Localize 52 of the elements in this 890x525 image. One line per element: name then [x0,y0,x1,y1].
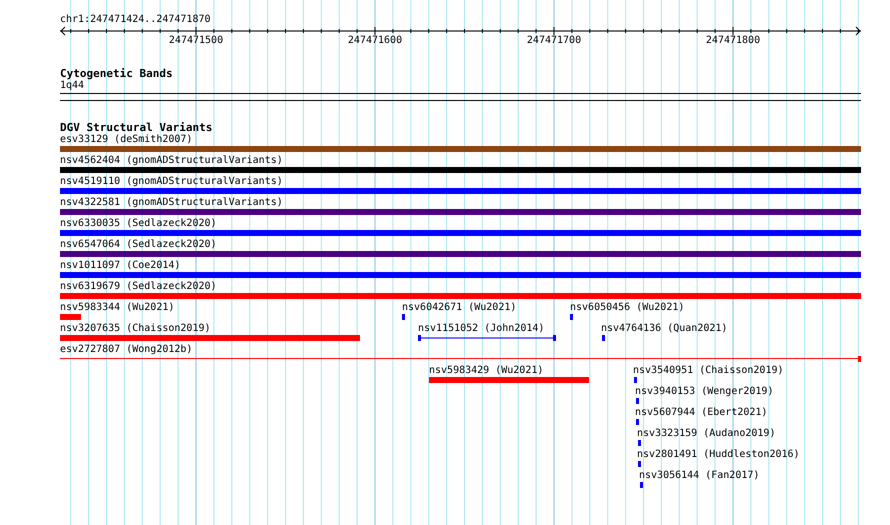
feature-bar[interactable] [60,230,861,236]
feature-label: nsv4519110 (gnomADStructuralVariants) [60,176,283,188]
feature-label: nsv1151052 (John2014) [418,323,544,335]
feature-bar[interactable] [60,272,861,278]
feature-bar[interactable] [60,188,861,194]
feature-bar[interactable] [60,335,360,341]
feature-label: esv33129 (deSmith2007) [60,134,192,146]
feature-label: nsv5983429 (Wu2021) [429,365,544,377]
feature-label: esv2727807 (Wong2012b) [60,344,192,356]
feature-bar[interactable] [638,440,641,446]
feature-bar[interactable] [60,209,861,215]
tick-label: 247471800 [704,35,762,47]
feature-label: nsv5607944 (Ebert2021) [635,407,768,419]
feature-label: nsv3323159 (Audano2019) [637,428,776,440]
feature-label: nsv6547064 (Sedlazeck2020) [60,239,217,251]
tick-label: 247471700 [526,35,582,47]
feature-label: nsv6319679 (Sedlazeck2020) [60,281,217,293]
feature-label: nsv3056144 (Fan2017) [639,470,760,482]
feature-label: nsv6050456 (Wu2021) [570,302,684,314]
feature-bar[interactable] [634,377,637,383]
feature-label: nsv3540951 (Chaisson2019) [633,365,784,377]
feature-bar[interactable] [402,314,405,320]
feature-bar[interactable] [60,314,81,320]
feature-label: nsv6330035 (Sedlazeck2020) [60,218,217,230]
location-text: chr1:247471424..247471870 [60,14,211,26]
feature-bar[interactable] [602,335,605,341]
feature-label: nsv2801491 (Huddleston2016) [637,449,800,461]
feature-bar[interactable] [60,167,861,173]
feature-label: nsv4764136 (Quan2021) [601,323,728,335]
feature-bar[interactable] [570,314,573,320]
feature-label: nsv6042671 (Wu2021) [402,302,516,314]
tick-label: 247471600 [346,35,404,47]
feature-label: nsv5983344 (Wu2021) [60,302,174,314]
feature-label: nsv4322581 (gnomADStructuralVariants) [60,197,283,209]
feature-bar[interactable] [636,419,639,425]
feature-bar[interactable] [638,461,641,467]
track-title: Cytogenetic Bands [60,67,173,80]
track-title: DGV Structural Variants [60,121,212,134]
feature-label: nsv4562404 (gnomADStructuralVariants) [60,155,283,167]
feature-bar[interactable] [429,377,589,383]
feature-bar[interactable] [640,482,643,488]
feature-label: nsv3207635 (Chaisson2019) [60,323,211,335]
feature-line[interactable] [60,356,861,362]
feature-bar[interactable] [60,251,861,257]
feature-bar[interactable] [60,293,861,299]
feature-label: nsv3940153 (Wenger2019) [635,386,774,398]
band-label: 1q44 [60,80,84,92]
feature-label: nsv1011097 (Coe2014) [60,260,180,272]
feature-span[interactable] [418,335,556,341]
tick-label: 247471500 [168,35,224,47]
feature-bar[interactable] [60,146,861,152]
feature-bar[interactable] [636,398,639,404]
